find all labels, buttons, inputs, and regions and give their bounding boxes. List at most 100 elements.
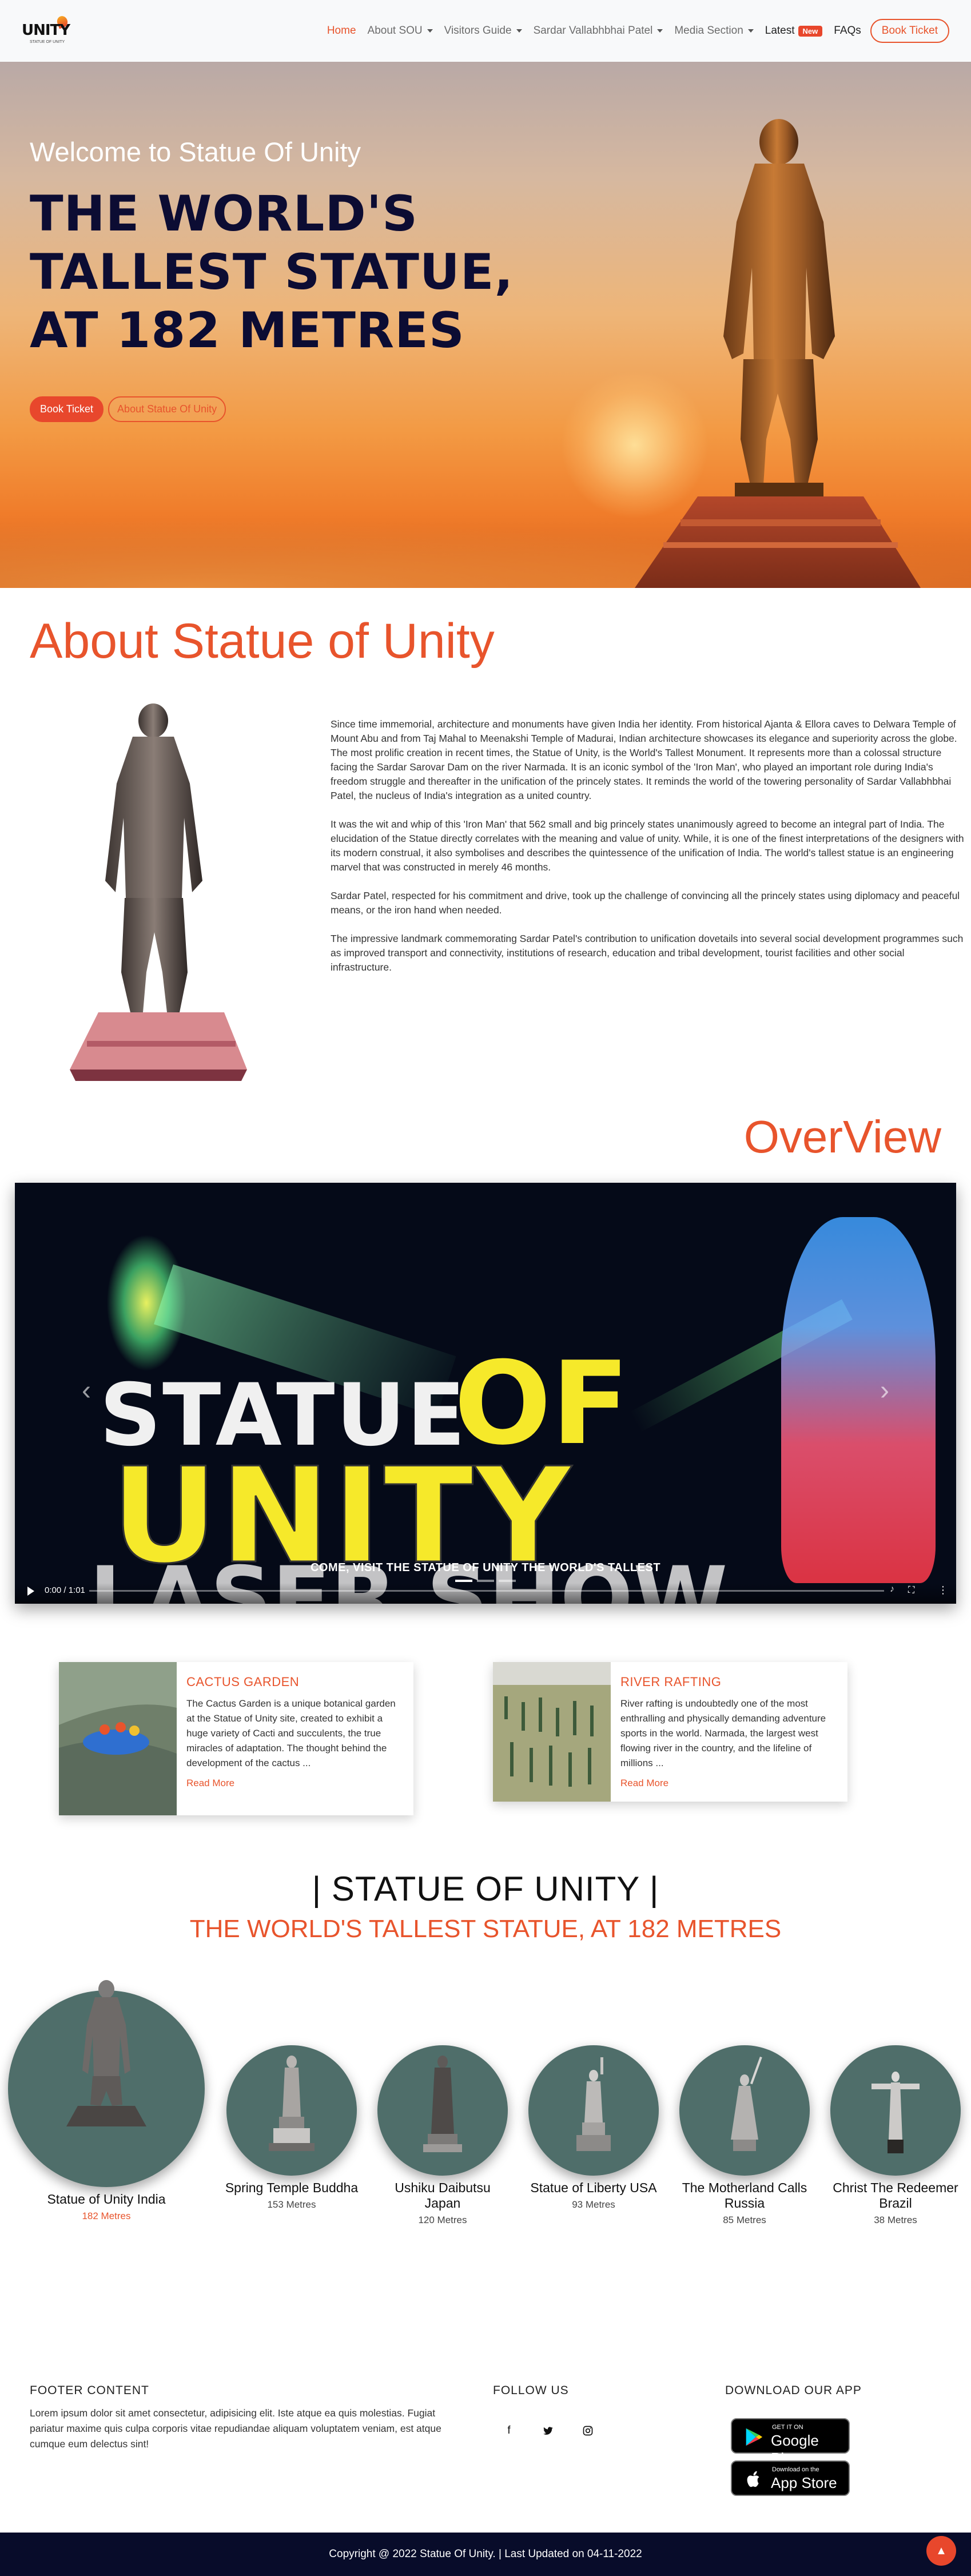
copyright-text: Copyright @ 2022 Statue Of Unity. | Last…: [329, 2548, 642, 2560]
volume-icon[interactable]: ♪: [890, 1584, 894, 1595]
card-text: The Cactus Garden is a unique botanical …: [186, 1698, 396, 1768]
card-text: River rafting is undoubtedly one of the …: [620, 1698, 826, 1768]
spring-temple-buddha-image: [269, 2056, 315, 2151]
statue-height: 85 Metres: [723, 2215, 766, 2225]
chevron-down-icon: [427, 29, 433, 33]
card-body: RIVER RAFTING River rafting is undoubted…: [620, 1675, 838, 1789]
carousel-next-icon[interactable]: ›: [876, 1374, 893, 1408]
river-rafting-image: [493, 1662, 611, 1802]
video-progress-bar[interactable]: [89, 1590, 884, 1592]
nav-book-ticket-button[interactable]: Book Ticket: [870, 19, 949, 43]
footer-content-title: FOOTER CONTENT: [30, 2384, 149, 2397]
nav-faqs[interactable]: FAQs: [828, 25, 867, 37]
logo-text: UNITY: [22, 22, 70, 39]
card-title: RIVER RAFTING: [620, 1675, 722, 1689]
sou-heading: | STATUE OF UNITY |: [312, 1870, 659, 1908]
statue-name: Statue of Liberty USA: [530, 2180, 657, 2195]
video-caption: COME, VISIT THE STATUE OF UNITY THE WORL…: [310, 1561, 661, 1574]
about-paragraph: Since time immemorial, architecture and …: [331, 718, 957, 801]
statue-circle: [528, 2045, 659, 2176]
more-options-icon[interactable]: ⋮: [938, 1584, 948, 1596]
navbar: UNITY STATUE OF UNITY Home About SOU Vis…: [0, 0, 971, 62]
statue-card-christ[interactable]: Christ The Redeemer Brazil 38 Metres: [828, 2045, 963, 2226]
motherland-calls-image: [731, 2056, 762, 2151]
statue-card-motherland[interactable]: The Motherland Calls Russia 85 Metres: [677, 2045, 812, 2226]
video-controls: 0:00 / 1:01 ♪ ⛶ ⋮: [15, 1583, 956, 1604]
hero-section: Welcome to Statue Of Unity THE WORLD'S T…: [0, 62, 971, 588]
fullscreen-icon[interactable]: ⛶: [908, 1585, 914, 1596]
statue-name: Statue of Unity India: [47, 2192, 166, 2207]
about-paragraph: The impressive landmark commemorating Sa…: [331, 933, 964, 973]
nav-links: Home About SOU Visitors Guide Sardar Val…: [321, 18, 949, 43]
statue-circle: [830, 2045, 961, 2176]
about-paragraph: Sardar Patel, respected for his commitme…: [331, 890, 960, 916]
statue-height: 38 Metres: [874, 2215, 917, 2225]
card-body: CACTUS GARDEN The Cactus Garden is a uni…: [186, 1675, 404, 1789]
statue-height: 153 Metres: [267, 2199, 316, 2210]
carousel-indicator[interactable]: [499, 1580, 516, 1582]
nav-latest[interactable]: Latest New: [759, 25, 829, 37]
google-play-small: GET IT ON: [772, 2424, 803, 2431]
read-more-link[interactable]: Read More: [620, 1778, 838, 1789]
christ-the-redeemer-image: [871, 2072, 920, 2153]
about-paragraph: It was the wit and whip of this 'Iron Ma…: [331, 818, 964, 873]
statue-name: The Motherland Calls Russia: [682, 2180, 807, 2211]
hero-book-ticket-button[interactable]: Book Ticket: [30, 396, 104, 422]
statue-name: Christ The Redeemer Brazil: [833, 2180, 958, 2211]
scroll-to-top-button[interactable]: ▲: [926, 2536, 956, 2566]
carousel-indicator[interactable]: [477, 1580, 494, 1582]
nav-about-sou[interactable]: About SOU: [362, 25, 439, 37]
instagram-icon[interactable]: [579, 2422, 597, 2440]
attraction-card: RIVER RAFTING River rafting is undoubted…: [493, 1662, 847, 1802]
footer-content-text: Lorem ipsum dolor sit amet consectetur, …: [30, 2407, 441, 2450]
google-play-button[interactable]: GET IT ON Google Play: [731, 2418, 850, 2467]
attraction-card: CACTUS GARDEN The Cactus Garden is a uni…: [59, 1662, 413, 1815]
about-statue-image: [70, 703, 247, 1081]
footer-follow-title: FOLLOW US: [493, 2384, 569, 2397]
chevron-down-icon: [747, 29, 754, 33]
play-icon[interactable]: [27, 1587, 34, 1596]
carousel-prev-icon[interactable]: ‹: [78, 1374, 95, 1408]
nav-visitors-guide[interactable]: Visitors Guide: [439, 25, 528, 37]
twitter-icon[interactable]: [539, 2422, 557, 2440]
google-play-icon: [746, 2428, 763, 2446]
nav-visitors-label: Visitors Guide: [444, 25, 512, 37]
app-store-label: App Store: [771, 2474, 837, 2491]
overview-video-carousel[interactable]: STATUE OF UNITY LASER SHOW ‹ › COME, VIS…: [15, 1183, 956, 1604]
nav-latest-label: Latest: [765, 25, 795, 37]
nav-sardar-patel[interactable]: Sardar Vallabhbhai Patel: [528, 25, 669, 37]
carousel-indicator[interactable]: [455, 1580, 472, 1582]
apple-icon: [747, 2471, 759, 2487]
statue-name: Spring Temple Buddha: [225, 2180, 359, 2195]
nav-home[interactable]: Home: [321, 25, 362, 37]
hero-buttons: Book Ticket About Statue Of Unity: [30, 396, 226, 422]
statue-height: 120 Metres: [418, 2215, 467, 2225]
statue-circle: [8, 1980, 205, 2187]
site-logo[interactable]: UNITY STATUE OF UNITY: [22, 14, 70, 47]
chevron-down-icon: [657, 29, 663, 33]
video-time: 0:00 / 1:01: [45, 1585, 85, 1595]
nav-media-section[interactable]: Media Section: [668, 25, 759, 37]
statue-card-ushiku[interactable]: Ushiku Daibutsu Japan 120 Metres: [375, 2045, 510, 2226]
statue-card-liberty[interactable]: Statue of Liberty USA 93 Metres: [526, 2045, 661, 2211]
statue-height: 93 Metres: [572, 2199, 615, 2210]
app-store-button[interactable]: Download on the App Store: [731, 2460, 850, 2496]
statue-card-buddha[interactable]: Spring Temple Buddha 153 Metres: [224, 2045, 359, 2211]
card-title: CACTUS GARDEN: [186, 1675, 300, 1689]
nav-home-label: Home: [327, 25, 356, 37]
hero-about-button[interactable]: About Statue Of Unity: [108, 396, 226, 422]
hero-title: THE WORLD'S TALLEST STATUE, AT 182 METRE…: [30, 185, 514, 359]
read-more-link[interactable]: Read More: [186, 1778, 404, 1789]
statue-card-unity[interactable]: Statue of Unity India 182 Metres: [8, 1980, 205, 2222]
statue-name: Ushiku Daibutsu Japan: [395, 2180, 491, 2211]
arrow-up-icon: ▲: [936, 2545, 947, 2557]
nav-media-label: Media Section: [674, 25, 743, 37]
statue-of-liberty-image: [576, 2057, 611, 2151]
facebook-icon[interactable]: f: [500, 2422, 518, 2440]
nav-faqs-label: FAQs: [834, 25, 861, 37]
nav-sardar-label: Sardar Vallabhbhai Patel: [533, 25, 653, 37]
app-store-small: Download on the: [772, 2466, 819, 2473]
statue-circle: [377, 2045, 508, 2176]
about-title: About Statue of Unity: [30, 614, 495, 669]
new-badge: New: [798, 25, 823, 37]
